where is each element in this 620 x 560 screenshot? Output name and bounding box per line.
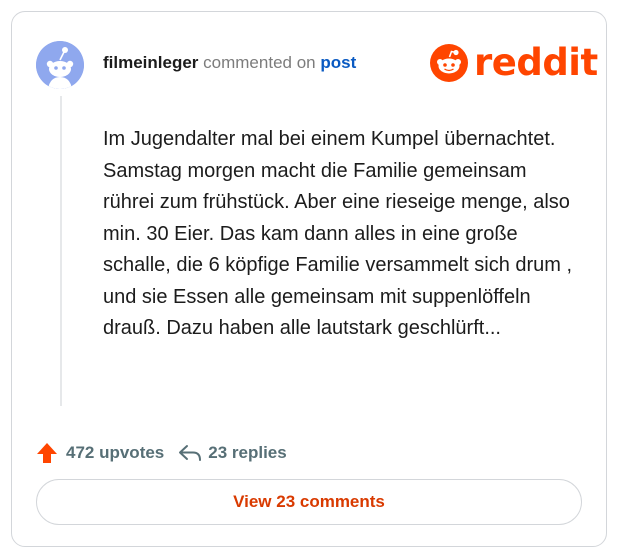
upvote-group[interactable]: 472 upvotes [36, 442, 164, 464]
upvote-count: 472 upvotes [66, 443, 165, 462]
view-comments-button[interactable]: View 23 comments [36, 479, 582, 525]
reply-arrow-icon[interactable] [178, 443, 202, 463]
comment-card: filmeinleger commented on post reddit Im… [11, 11, 607, 547]
user-avatar[interactable] [36, 41, 84, 89]
commented-on-text: commented on [203, 53, 316, 72]
username-link[interactable]: filmeinleger [103, 53, 198, 72]
thread-line [60, 96, 62, 406]
comment-header: filmeinleger commented on post [103, 53, 356, 73]
comment-body: Im Jugendalter mal bei einem Kumpel über… [103, 128, 573, 339]
upvote-arrow-icon[interactable] [36, 442, 58, 464]
reddit-snoo-icon [430, 44, 468, 82]
reply-group[interactable]: 23 replies [178, 443, 287, 463]
reddit-logo: reddit [430, 41, 598, 85]
reply-count: 23 replies [208, 443, 287, 462]
post-link[interactable]: post [320, 53, 356, 72]
comment-actions: 472 upvotes 23 replies [36, 442, 287, 464]
reddit-wordmark: reddit [474, 41, 598, 84]
snoo-avatar-icon [36, 41, 84, 89]
view-comments-label: View 23 comments [233, 492, 385, 511]
